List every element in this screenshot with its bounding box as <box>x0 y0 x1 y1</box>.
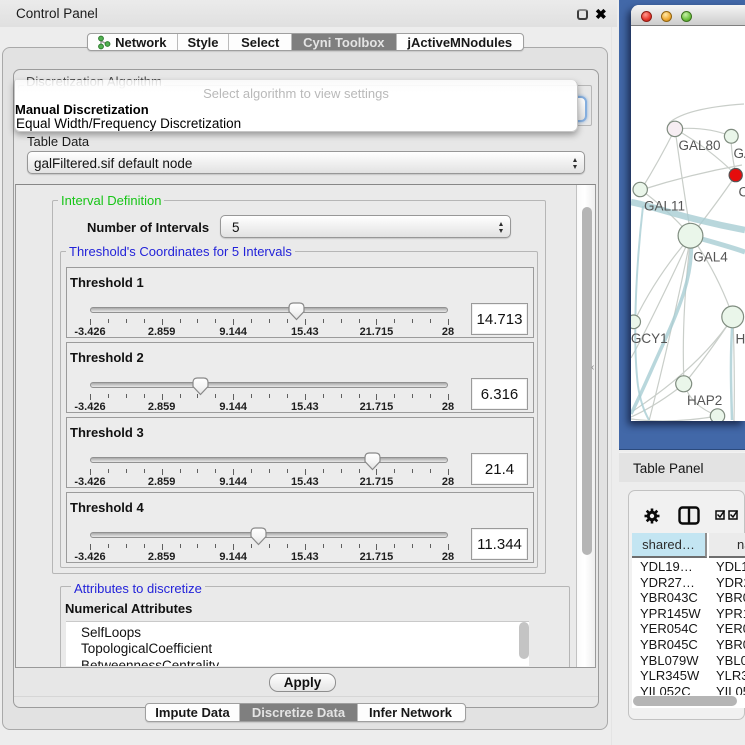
svg-text:GA: GA <box>734 146 745 161</box>
svg-text:GCY1: GCY1 <box>631 331 668 346</box>
svg-text:GAL11: GAL11 <box>644 199 685 214</box>
svg-text:HAP2: HAP2 <box>687 393 722 408</box>
svg-text:HI: HI <box>736 332 745 347</box>
svg-text:GAL4: GAL4 <box>693 250 728 265</box>
svg-text:CY: CY <box>739 185 745 200</box>
svg-text:GAL80: GAL80 <box>678 138 720 153</box>
